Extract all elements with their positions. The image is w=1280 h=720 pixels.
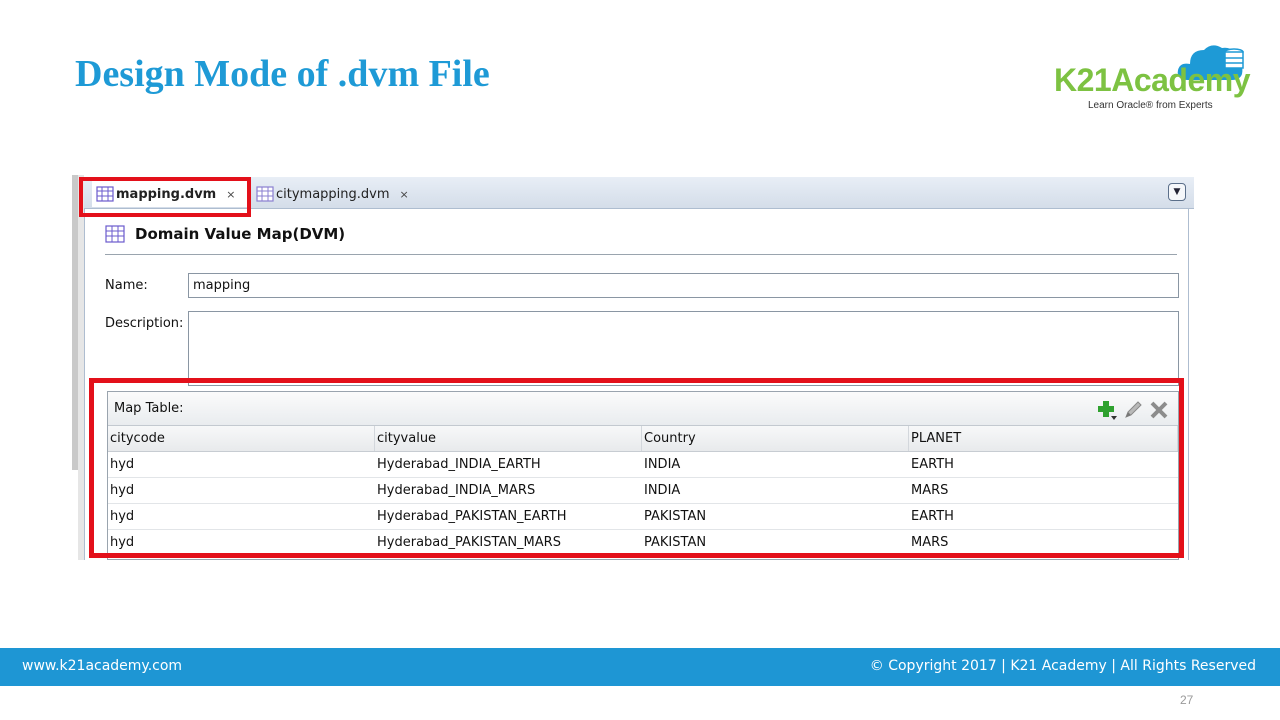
- editor-header: Domain Value Map(DVM): [105, 225, 345, 243]
- map-table-highlight-box: [89, 378, 1184, 558]
- slide-footer: www.k21academy.com © Copyright 2017 | K2…: [0, 648, 1280, 686]
- page-number: 27: [1180, 693, 1194, 707]
- footer-website: www.k21academy.com: [22, 658, 183, 674]
- name-label: Name:: [105, 278, 148, 293]
- close-icon[interactable]: ×: [400, 188, 409, 201]
- name-field[interactable]: [188, 273, 1179, 298]
- footer-copyright: © Copyright 2017 | K21 Academy | All Rig…: [869, 658, 1256, 674]
- tab-label: citymapping.dvm: [276, 186, 390, 202]
- tab-list-dropdown-icon[interactable]: ▼: [1168, 183, 1186, 201]
- dvm-table-icon: [105, 225, 125, 243]
- slide-title: Design Mode of .dvm File: [75, 53, 490, 95]
- editor-title: Domain Value Map(DVM): [135, 225, 346, 243]
- k21academy-logo: K21Academy Learn Oracle® from Experts: [1052, 40, 1252, 118]
- logo-tagline: Learn Oracle® from Experts: [1088, 100, 1213, 111]
- dvm-table-icon: [256, 186, 274, 202]
- tab-highlight-box: [79, 177, 251, 217]
- description-field[interactable]: [188, 311, 1179, 386]
- header-divider: [105, 254, 1177, 255]
- logo-wordmark: K21Academy: [1054, 62, 1251, 98]
- description-label: Description:: [105, 316, 184, 331]
- tab-citymapping-dvm[interactable]: citymapping.dvm ×: [254, 181, 414, 207]
